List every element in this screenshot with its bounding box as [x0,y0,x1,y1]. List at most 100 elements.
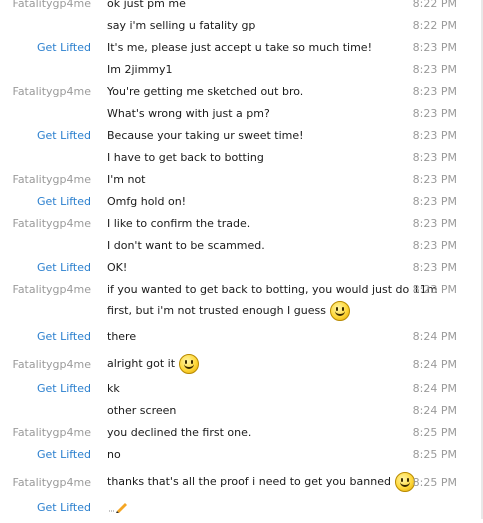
message-row: What's wrong with just a pm? 8:23 PM [0,107,483,129]
message-sender[interactable]: Get Lifted [0,382,91,395]
message-timestamp: 8:23 PM [412,41,457,54]
message-body: there [107,330,137,343]
message-body: thanks that's all the proof i need to ge… [107,475,391,488]
message-sender[interactable]: Get Lifted [0,448,91,461]
message-row: Get Lifted no 8:25 PM [0,448,483,470]
message-body: alright got it [107,357,176,370]
message-body: I like to confirm the trade. [107,217,251,230]
typing-pencil-icon [107,501,129,513]
message-sender[interactable]: Fatalitygp4me [0,217,92,230]
message-text: first, but i'm not trusted enough I gues… [107,301,350,321]
message-sender[interactable]: Get Lifted [0,41,91,54]
message-sender[interactable]: Get Lifted [0,195,91,208]
message-sender[interactable]: Get Lifted [0,261,91,274]
message-text: other screen [107,404,176,417]
message-timestamp: 8:25 PM [412,448,457,461]
message-body: OK! [107,261,128,274]
message-row: Get Lifted Because your taking ur sweet t… [0,129,483,151]
message-body: What's wrong with just a pm? [107,107,270,120]
message-row: Fatalitygp4me ok just pm me 8:22 PM [0,0,483,19]
message-timestamp: 8:24 PM [412,404,457,417]
message-text: you declined the first one. [107,426,251,439]
message-timestamp: 8:23 PM [412,217,457,230]
message-text: Im 2jimmy1 [107,63,173,76]
message-row: Fatalitygp4me You're getting me sketched … [0,85,483,107]
message-timestamp: 8:22 PM [412,19,457,32]
message-timestamp: 8:24 PM [412,382,457,395]
message-row: Fatalitygp4me alright got it 8:24 PM [0,354,483,380]
message-body: ok just pm me [107,0,186,10]
message-row: Get Lifted [0,501,483,523]
message-sender[interactable]: Get Lifted [0,501,91,514]
message-text: say i'm selling u fatality gp [107,19,255,32]
message-timestamp: 8:23 PM [412,129,457,142]
message-body: I have to get back to botting [107,151,264,164]
message-body: kk [107,382,120,395]
message-timestamp: 8:23 PM [412,195,457,208]
message-row: say i'm selling u fatality gp 8:22 PM [0,19,483,41]
message-row: Im 2jimmy1 8:23 PM [0,63,483,85]
message-text: no [107,448,121,461]
message-row: Fatalitygp4me you declined the first one.… [0,426,483,448]
message-body: first, but i'm not trusted enough I gues… [107,304,326,317]
message-sender[interactable]: Fatalitygp4me [0,85,92,98]
message-sender[interactable]: Fatalitygp4me [0,426,92,439]
message-timestamp: 8:25 PM [412,426,457,439]
message-timestamp: 8:23 PM [412,151,457,164]
message-row: Fatalitygp4me I'm not 8:23 PM [0,173,483,195]
message-body: Because your taking ur sweet time! [107,129,304,142]
message-row: Get Lifted OK! 8:23 PM [0,261,483,283]
message-sender[interactable]: Fatalitygp4me [0,0,92,10]
message-row: first, but i'm not trusted enough I gues… [0,301,483,327]
message-timestamp: 8:23 PM [412,261,457,274]
message-timestamp: 8:23 PM [412,63,457,76]
message-sender[interactable]: Get Lifted [0,330,91,343]
message-text: I don't want to be scammed. [107,239,265,252]
message-text: What's wrong with just a pm? [107,107,270,120]
message-text: Omfg hold on! [107,195,186,208]
message-sender[interactable]: Fatalitygp4me [0,476,92,489]
message-body: I don't want to be scammed. [107,239,265,252]
message-sender[interactable]: Get Lifted [0,129,91,142]
message-body: Omfg hold on! [107,195,187,208]
message-timestamp: 8:23 PM [412,85,457,98]
message-row: Fatalitygp4me I like to confirm the trade… [0,217,483,239]
message-text: You're getting me sketched out bro. [107,85,303,98]
message-body: You're getting me sketched out bro. [107,85,304,98]
message-row: Get Lifted there 8:24 PM [0,330,483,352]
message-body: you declined the first one. [107,426,252,439]
message-text: kk [107,382,120,395]
message-row: Get Lifted Omfg hold on! 8:23 PM [0,195,483,217]
message-text: I'm not [107,173,146,186]
message-row: I don't want to be scammed. 8:23 PM [0,239,483,261]
message-text: if you wanted to get back to botting, yo… [107,283,437,296]
message-sender[interactable]: Fatalitygp4me [0,358,92,371]
message-timestamp: 8:23 PM [412,107,457,120]
message-row: Get Lifted It's me, please just accept u … [0,41,483,63]
message-body: say i'm selling u fatality gp [107,19,256,32]
message-text: Because your taking ur sweet time! [107,129,304,142]
chat-log: Fatalitygp4me ok just pm me 8:22 PM say i'm… [0,0,483,519]
message-text: It's me, please just accept u take so mu… [107,41,372,54]
message-timestamp: 8:22 PM [412,0,457,10]
message-body: It's me, please just accept u take so mu… [107,41,372,54]
message-row: other screen 8:24 PM [0,404,483,426]
message-text: there [107,330,136,343]
message-text: OK! [107,261,127,274]
message-text: ok just pm me [107,0,186,10]
message-timestamp: 8:23 PM [412,239,457,252]
message-row: I have to get back to botting 8:23 PM [0,151,483,173]
smiley-emoticon-icon [329,301,350,321]
message-text: I like to confirm the trade. [107,217,250,230]
message-timestamp: 8:24 PM [412,330,457,343]
message-body: Im 2jimmy1 [107,63,173,76]
message-timestamp: 8:24 PM [412,358,457,371]
smiley-emoticon-icon [179,354,200,374]
message-timestamp: 8:25 PM [412,476,457,489]
message-sender[interactable]: Fatalitygp4me [0,283,92,296]
message-sender[interactable]: Fatalitygp4me [0,173,92,186]
message-timestamp: 8:23 PM [412,283,457,296]
message-body: other screen [107,404,177,417]
message-body: I'm not [107,173,146,186]
message-body: no [107,448,121,461]
